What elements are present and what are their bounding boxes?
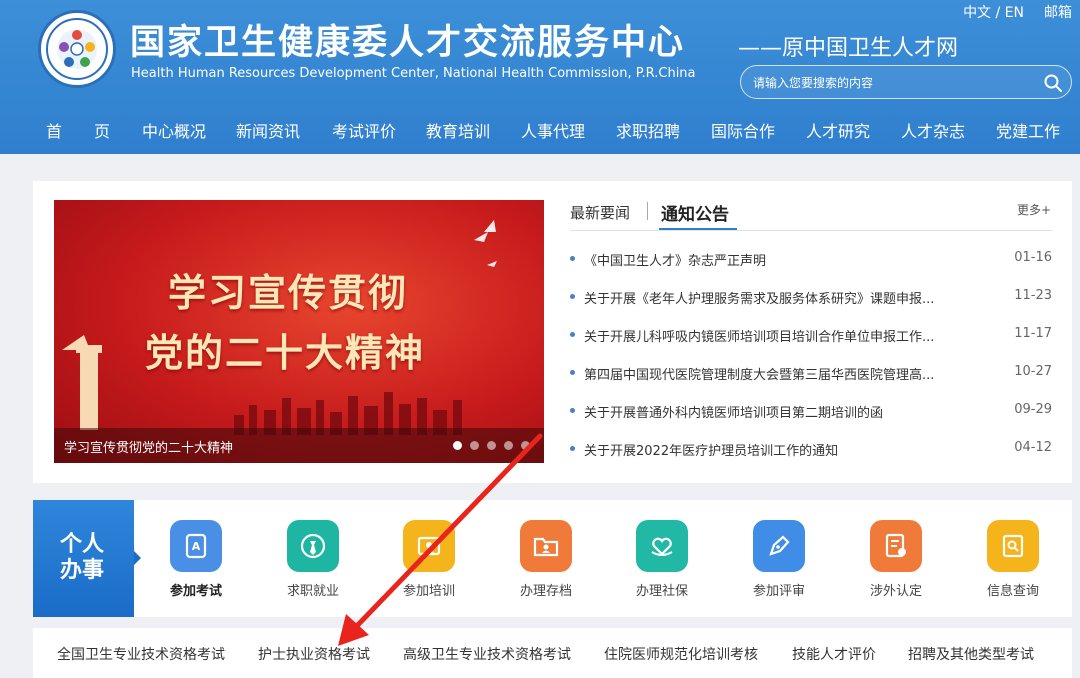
news-date: 04-12 — [1014, 440, 1052, 455]
nav-item-research[interactable]: 人才研究 — [806, 118, 870, 142]
news-date: 09-29 — [1014, 402, 1052, 417]
news-title[interactable]: 关于开展普通外科内镜医师培训项目第二期培训的函 — [584, 402, 883, 421]
service-label: 参加评审 — [752, 584, 805, 599]
search-box — [740, 65, 1072, 99]
carousel-dot[interactable] — [521, 441, 530, 450]
archive-icon — [520, 520, 572, 572]
site-title-en: Health Human Resources Development Cente… — [131, 66, 696, 81]
bullet-icon — [570, 294, 575, 299]
news-date: 10-27 — [1014, 364, 1052, 379]
language-switch-link[interactable]: 中文 / EN — [963, 2, 1024, 22]
tabs-divider — [570, 230, 1052, 231]
carousel-dot[interactable] — [453, 441, 462, 450]
banner-caption-bar: 学习宣传贯彻党的二十大精神 — [54, 428, 544, 463]
service-label: 办理社保 — [635, 584, 688, 599]
exam-link-nurse-license[interactable]: 护士执业资格考试 — [258, 644, 370, 664]
news-date: 11-23 — [1014, 288, 1052, 303]
training-icon — [403, 520, 455, 572]
svg-text:A: A — [192, 540, 201, 553]
news-title[interactable]: 关于开展儿科呼吸内镜医师培训项目培训合作单位申报工作... — [584, 326, 934, 345]
news-tabs: 最新要闻 通知公告 — [570, 200, 1052, 231]
nav-item-magazine[interactable]: 人才杂志 — [901, 118, 965, 142]
carousel-dot[interactable] — [487, 441, 496, 450]
tab-latest-news[interactable]: 最新要闻 — [570, 202, 630, 223]
service-job[interactable]: 求职就业 — [273, 520, 353, 600]
tab-divider — [647, 202, 648, 220]
foreign-icon — [870, 520, 922, 572]
nav-item-exams[interactable]: 考试评价 — [332, 118, 396, 142]
bullet-icon — [570, 332, 575, 337]
exam-link-health-qualification[interactable]: 全国卫生专业技术资格考试 — [57, 644, 225, 664]
search-icon[interactable] — [1043, 73, 1063, 93]
bullet-icon — [570, 370, 575, 375]
news-item[interactable]: 关于开展普通外科内镜医师培训项目第二期培训的函 09-29 — [570, 402, 1052, 426]
search-input[interactable] — [753, 72, 1033, 94]
main-nav: 首 页 中心概况 新闻资讯 考试评价 教育培训 人事代理 求职招聘 国际合作 人… — [0, 108, 1080, 150]
news-item[interactable]: 关于开展2022年医疗护理员培训工作的通知 04-12 — [570, 440, 1052, 464]
bullet-icon — [570, 446, 575, 451]
site-subtitle: ——原中国卫生人才网 — [738, 36, 959, 61]
news-date: 11-17 — [1014, 326, 1052, 341]
service-label: 参加培训 — [402, 584, 455, 599]
nav-item-education[interactable]: 教育培训 — [426, 118, 490, 142]
news-item[interactable]: 第四届中国现代医院管理制度大会暨第三届华西医院管理高... 10-27 — [570, 364, 1052, 388]
exam-link-residency-assessment[interactable]: 住院医师规范化培训考核 — [604, 644, 758, 664]
service-query[interactable]: 信息查询 — [973, 520, 1053, 600]
news-title[interactable]: 关于开展《老年人护理服务需求及服务体系研究》课题申报... — [584, 288, 934, 307]
exam-link-skill-evaluation[interactable]: 技能人才评价 — [792, 644, 876, 664]
nav-item-hr-agency[interactable]: 人事代理 — [521, 118, 585, 142]
news-title[interactable]: 第四届中国现代医院管理制度大会暨第三届华西医院管理高... — [584, 364, 934, 383]
query-icon — [987, 520, 1039, 572]
nav-item-jobs[interactable]: 求职招聘 — [616, 118, 680, 142]
news-item[interactable]: 《中国卫生人才》杂志严正声明 01-16 — [570, 250, 1052, 274]
service-exam[interactable]: A 参加考试 — [156, 520, 236, 600]
mail-link[interactable]: 邮箱 — [1044, 2, 1072, 22]
news-title[interactable]: 关于开展2022年医疗护理员培训工作的通知 — [584, 440, 838, 459]
service-archive[interactable]: 办理存档 — [506, 520, 586, 600]
exam-link-senior-qualification[interactable]: 高级卫生专业技术资格考试 — [403, 644, 571, 664]
review-icon — [753, 520, 805, 572]
service-training[interactable]: 参加培训 — [389, 520, 469, 600]
banner-caption[interactable]: 学习宣传贯彻党的二十大精神 — [64, 437, 233, 456]
news-item[interactable]: 关于开展儿科呼吸内镜医师培训项目培训合作单位申报工作... 11-17 — [570, 326, 1052, 350]
nav-item-news[interactable]: 新闻资讯 — [236, 118, 300, 142]
news-title[interactable]: 《中国卫生人才》杂志严正声明 — [584, 250, 766, 269]
service-review[interactable]: 参加评审 — [739, 520, 819, 600]
tab-notices[interactable]: 通知公告 — [661, 200, 729, 225]
carousel-dot[interactable] — [504, 441, 513, 450]
nav-item-party[interactable]: 党建工作 — [996, 118, 1060, 142]
banner-headline-1: 学习宣传贯彻 — [168, 271, 409, 315]
exam-link-recruitment-other[interactable]: 招聘及其他类型考试 — [908, 644, 1034, 664]
bullet-icon — [570, 408, 575, 413]
job-icon — [287, 520, 339, 572]
tab-pointer — [134, 551, 141, 565]
site-logo[interactable] — [38, 10, 116, 88]
bullet-icon — [570, 256, 575, 261]
exam-icon: A — [170, 520, 222, 572]
carousel-dots — [453, 441, 530, 450]
service-label: 涉外认定 — [869, 584, 922, 599]
nav-item-home[interactable]: 首 页 — [46, 118, 110, 142]
nav-item-about[interactable]: 中心概况 — [142, 118, 206, 142]
service-label: 办理存档 — [519, 584, 572, 599]
personal-services-label: 个人办事 — [59, 532, 104, 583]
service-insurance[interactable]: 办理社保 — [622, 520, 702, 600]
more-link[interactable]: 更多+ — [1017, 201, 1051, 218]
service-foreign[interactable]: 涉外认定 — [856, 520, 936, 600]
service-label: 求职就业 — [286, 584, 339, 599]
news-date: 01-16 — [1014, 250, 1052, 265]
banner-headline-2: 党的二十大精神 — [145, 331, 426, 375]
site-title: 国家卫生健康委人才交流服务中心 — [130, 23, 686, 63]
site-header: 国家卫生健康委人才交流服务中心 Health Human Resources D… — [0, 0, 1080, 154]
service-label: 参加考试 — [169, 584, 222, 599]
top-links: 中文 / EN 邮箱 — [963, 2, 1072, 22]
carousel-dot[interactable] — [470, 441, 479, 450]
insurance-icon — [636, 520, 688, 572]
news-item[interactable]: 关于开展《老年人护理服务需求及服务体系研究》课题申报... 11-23 — [570, 288, 1052, 312]
personal-services-tab[interactable]: 个人办事 — [33, 500, 134, 617]
nav-item-international[interactable]: 国际合作 — [711, 118, 775, 142]
service-label: 信息查询 — [986, 584, 1039, 599]
